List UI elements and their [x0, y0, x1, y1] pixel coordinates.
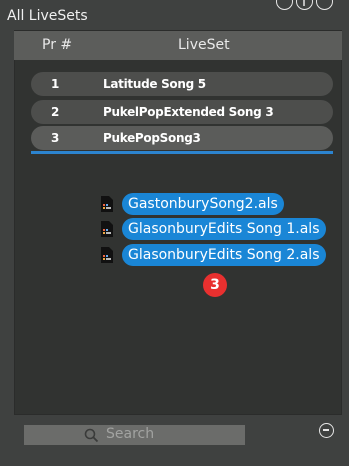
drag-count-badge: 3 — [203, 273, 227, 297]
circle-icon[interactable] — [276, 0, 293, 10]
minus-circle-icon[interactable] — [319, 423, 334, 438]
table-header: Pr # LiveSet — [14, 31, 342, 60]
row-number: 2 — [51, 105, 60, 119]
row-number: 1 — [51, 77, 60, 91]
panel-title: All LiveSets — [7, 8, 88, 24]
liveset-row-selected[interactable]: 3 PukePopSong3 — [31, 126, 333, 150]
column-header-liveset: LiveSet — [178, 37, 230, 53]
live-set-file-icon — [101, 247, 113, 263]
file-name-label: GlasonburyEdits Song 2.als — [122, 244, 326, 266]
circle-icon[interactable] — [316, 0, 333, 10]
search-field[interactable]: Search — [24, 425, 245, 445]
add-icon[interactable] — [296, 0, 313, 10]
row-name: Latitude Song 5 — [103, 77, 206, 91]
search-placeholder: Search — [106, 426, 155, 442]
file-name-label: GlasonburyEdits Song 1.als — [122, 218, 326, 240]
search-icon — [84, 428, 99, 443]
live-set-file-icon — [101, 196, 113, 212]
live-set-file-icon — [101, 221, 113, 237]
top-controls — [276, 0, 346, 16]
row-name: PukelPopExtended Song 3 — [103, 105, 274, 119]
liveset-row[interactable]: 2 PukelPopExtended Song 3 — [31, 100, 333, 124]
column-header-number: Pr # — [42, 37, 73, 53]
livesets-panel: All LiveSets Pr # LiveSet 1 Latitude Son… — [0, 0, 349, 466]
drop-indicator — [31, 151, 333, 154]
window-edge — [0, 466, 359, 473]
liveset-row[interactable]: 1 Latitude Song 5 — [31, 72, 333, 96]
row-number: 3 — [51, 131, 60, 145]
file-name-label: GastonburySong2.als — [122, 193, 284, 215]
row-name: PukePopSong3 — [103, 131, 201, 145]
